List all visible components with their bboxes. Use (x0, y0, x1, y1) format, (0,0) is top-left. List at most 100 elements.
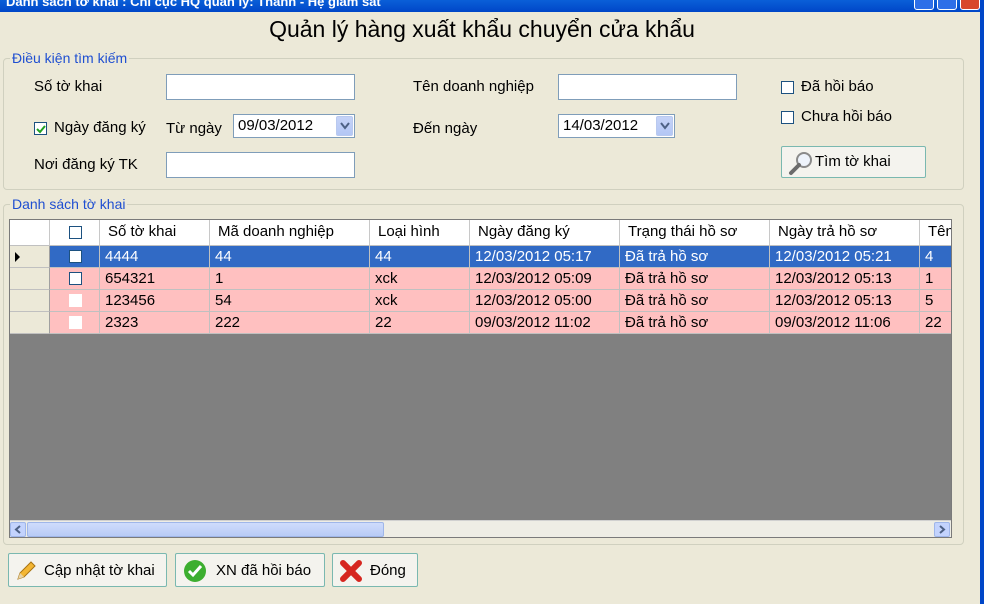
cell-ten[interactable]: 1 (920, 268, 951, 290)
window-frame (980, 0, 984, 604)
pencil-icon (17, 561, 36, 580)
noi-dang-ky-input[interactable] (166, 152, 355, 178)
cell-loai-hinh[interactable]: 44 (370, 246, 470, 268)
cell-ngay-tra[interactable]: 12/03/2012 05:13 (770, 290, 920, 312)
cell-so-to-khai[interactable]: 123456 (100, 290, 210, 312)
row-header[interactable] (10, 268, 50, 290)
row-header[interactable] (10, 246, 50, 268)
red-x-icon (340, 560, 362, 582)
ngay-dang-ky-checkbox[interactable] (34, 122, 47, 135)
ten-doanh-nghiep-label: Tên doanh nghiệp (413, 78, 534, 95)
update-declaration-button[interactable]: Cập nhật tờ khai (8, 553, 167, 587)
row-checkbox[interactable] (69, 272, 82, 285)
cell-ngay-tra[interactable]: 09/03/2012 11:06 (770, 312, 920, 334)
cell-so-to-khai[interactable]: 654321 (100, 268, 210, 290)
column-header-so-to-khai[interactable]: Số tờ khai (100, 220, 210, 246)
search-criteria-legend: Điều kiện tìm kiếm (12, 50, 128, 66)
column-header-ngay-dang-ky[interactable]: Ngày đăng ký (470, 220, 620, 246)
row-header[interactable] (10, 312, 50, 334)
cell-ngay-dang-ky[interactable]: 12/03/2012 05:17 (470, 246, 620, 268)
cell-so-to-khai[interactable]: 2323 (100, 312, 210, 334)
row-checkbox[interactable] (69, 294, 82, 307)
row-checkbox[interactable] (69, 250, 82, 263)
cell-loai-hinh[interactable]: xck (370, 268, 470, 290)
cell-ngay-tra[interactable]: 12/03/2012 05:13 (770, 268, 920, 290)
column-header-trang-thai[interactable]: Trạng thái hồ sơ (620, 220, 770, 246)
column-header-ma-doanh-nghiep[interactable]: Mã doanh nghiệp (210, 220, 370, 246)
scroll-left-button[interactable] (10, 522, 26, 537)
den-ngay-value: 14/03/2012 (563, 117, 639, 134)
row-checkbox[interactable] (69, 316, 82, 329)
tu-ngay-label: Từ ngày (166, 120, 222, 137)
close-button[interactable]: Đóng (332, 553, 418, 587)
check-circle-icon (184, 560, 206, 582)
cell-so-to-khai[interactable]: 4444 (100, 246, 210, 268)
find-button[interactable]: Tìm tờ khai (781, 146, 926, 178)
current-row-arrow-icon (15, 252, 20, 262)
column-header-ngay-tra[interactable]: Ngày trả hồ sơ (770, 220, 920, 246)
cell-ngay-dang-ky[interactable]: 12/03/2012 05:00 (470, 290, 620, 312)
tu-ngay-value: 09/03/2012 (238, 117, 314, 134)
den-ngay-datepicker[interactable]: 14/03/2012 (558, 114, 675, 138)
minimize-button[interactable] (914, 0, 934, 10)
cell-loai-hinh[interactable]: 22 (370, 312, 470, 334)
so-to-khai-label: Số tờ khai (34, 78, 103, 95)
window-title: Danh sách tờ khai : Chi cục HQ quản lý: … (6, 0, 381, 9)
scroll-right-button[interactable] (934, 522, 950, 537)
maximize-button[interactable] (937, 0, 957, 10)
cell-ma-doanh-nghiep[interactable]: 54 (210, 290, 370, 312)
find-button-label: Tìm tờ khai (815, 153, 891, 170)
row-header[interactable] (10, 290, 50, 312)
tu-ngay-datepicker[interactable]: 09/03/2012 (233, 114, 355, 138)
scroll-thumb[interactable] (27, 522, 384, 537)
row-select-cell[interactable] (50, 246, 100, 268)
chevron-down-icon (340, 122, 350, 130)
confirm-reply-label: XN đã hồi báo (216, 562, 312, 579)
cell-ten[interactable]: 5 (920, 290, 951, 312)
tu-ngay-dropdown-button[interactable] (336, 116, 353, 136)
cell-trang-thai[interactable]: Đã trả hồ sơ (620, 290, 770, 312)
grid-corner (10, 220, 50, 246)
so-to-khai-input[interactable] (166, 74, 355, 100)
update-declaration-label: Cập nhật tờ khai (44, 562, 155, 579)
noi-dang-ky-label: Nơi đăng ký TK (34, 156, 138, 173)
row-select-cell[interactable] (50, 268, 100, 290)
cell-ngay-dang-ky[interactable]: 12/03/2012 05:09 (470, 268, 620, 290)
cell-ngay-dang-ky[interactable]: 09/03/2012 11:02 (470, 312, 620, 334)
horizontal-scrollbar[interactable] (10, 520, 951, 537)
cell-trang-thai[interactable]: Đã trả hồ sơ (620, 312, 770, 334)
chevron-right-icon (939, 525, 946, 534)
select-all-header[interactable] (50, 220, 100, 246)
magnifier-icon (789, 152, 812, 175)
cell-ngay-tra[interactable]: 12/03/2012 05:21 (770, 246, 920, 268)
chevron-down-icon (660, 122, 670, 130)
da-hoi-bao-label: Đã hồi báo (801, 78, 874, 95)
window-title-bar: Danh sách tờ khai : Chi cục HQ quản lý: … (0, 0, 984, 12)
cell-ma-doanh-nghiep[interactable]: 1 (210, 268, 370, 290)
row-select-cell[interactable] (50, 290, 100, 312)
cell-loai-hinh[interactable]: xck (370, 290, 470, 312)
confirm-reply-button[interactable]: XN đã hồi báo (175, 553, 325, 587)
den-ngay-label: Đến ngày (413, 120, 478, 137)
declaration-grid[interactable]: Số tờ khai Mã doanh nghiệp Loại hình Ngà… (9, 219, 952, 538)
column-header-loai-hinh[interactable]: Loại hình (370, 220, 470, 246)
den-ngay-dropdown-button[interactable] (656, 116, 673, 136)
cell-ten[interactable]: 4 (920, 246, 951, 268)
chua-hoi-bao-label: Chưa hồi báo (801, 108, 892, 125)
close-button-label: Đóng (370, 562, 406, 579)
close-window-button[interactable] (960, 0, 980, 10)
chevron-left-icon (14, 525, 21, 534)
column-header-ten[interactable]: Tên (920, 220, 951, 246)
cell-trang-thai[interactable]: Đã trả hồ sơ (620, 268, 770, 290)
cell-trang-thai[interactable]: Đã trả hồ sơ (620, 246, 770, 268)
cell-ten[interactable]: 22 (920, 312, 951, 334)
cell-ma-doanh-nghiep[interactable]: 44 (210, 246, 370, 268)
da-hoi-bao-checkbox[interactable] (781, 81, 794, 94)
ten-doanh-nghiep-input[interactable] (558, 74, 737, 100)
row-select-cell[interactable] (50, 312, 100, 334)
cell-ma-doanh-nghiep[interactable]: 222 (210, 312, 370, 334)
ngay-dang-ky-label: Ngày đăng ký (54, 119, 146, 136)
page-title: Quản lý hàng xuất khẩu chuyển cửa khẩu (269, 16, 695, 42)
select-all-checkbox[interactable] (69, 226, 82, 239)
chua-hoi-bao-checkbox[interactable] (781, 111, 794, 124)
